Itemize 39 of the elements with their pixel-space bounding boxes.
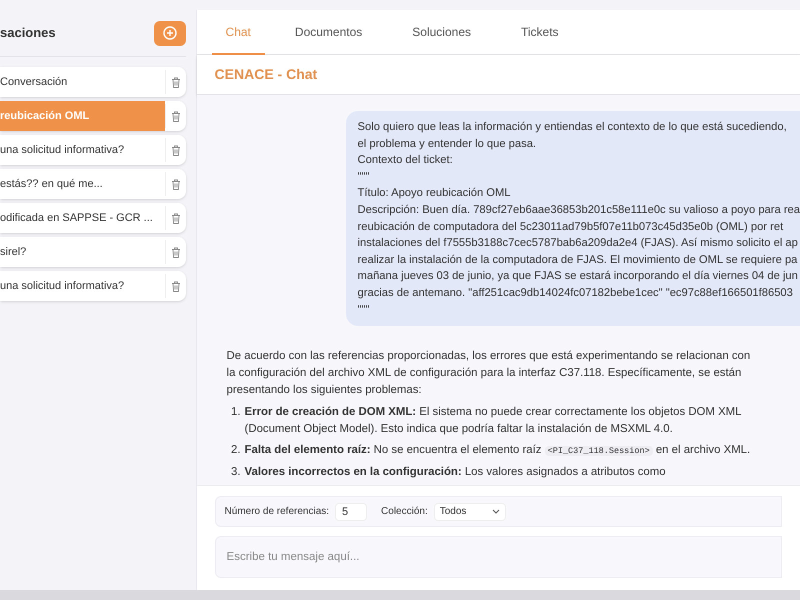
message-line: Título: Apoyo reubicación OML	[358, 186, 511, 202]
list-number: 2.	[230, 443, 241, 458]
message-line: mañana jueves 03 de junio, ya que FJAS se estará incorporando el día viernes 04 de jun	[358, 269, 798, 284]
message-line: reubicación de computadora del 5c23011ad79b5f07e11b073c45d35e0b (OML) por ret	[358, 220, 784, 235]
collection-dropdown[interactable]: Todos	[434, 502, 506, 520]
trash-icon[interactable]	[170, 76, 181, 88]
message-line: """	[358, 302, 370, 318]
message-line: el problema y entender lo que pasa.	[358, 136, 536, 152]
list-number: 3.	[230, 465, 241, 480]
tab[interactable]: Soluciones	[392, 10, 491, 55]
assistant-message-text: De acuerdo con las referencias proporcionadas, los errores que está experimentando se relacionan con la configuración del archivo XML de configuración para la interfaz C37.118. Específicamente, se están presentando los siguientes problemas:	[226, 349, 752, 398]
trash-icon[interactable]	[170, 280, 181, 292]
message-line: instalaciones del f7555b3188c7cec5787bab6a209da2e4 (FJAS). Así mismo solicito el ap	[358, 236, 798, 252]
plus-circle-icon	[162, 26, 177, 40]
trash-icon[interactable]	[170, 144, 181, 156]
message-line: Contexto del ticket:	[358, 153, 453, 168]
message-line: Descripción: Buen día. 789cf27eb6aae36853b201c58e111e0c su valioso a poyo para rea	[358, 202, 800, 218]
sidebar-title: saciones	[0, 24, 56, 42]
list-item-text: Falta del elemento raíz: No se encuentra el elemento raíz <PI_C37_118.Session> en el archivo XML.	[244, 443, 750, 458]
trash-icon[interactable]	[170, 110, 181, 122]
chat-title: CENACE - Chat	[214, 65, 318, 84]
trash-icon[interactable]	[170, 212, 181, 224]
message-line: gracias de antemano. "aff251cac9db14024fc07182bebe1cec" "ec97c88ef166501f86503	[358, 286, 793, 301]
trash-icon[interactable]	[170, 246, 181, 258]
references-label: Número de referencias:	[224, 505, 330, 519]
message-line: """	[358, 170, 370, 185]
message-line: realizar la instalación de la computadora de FJAS. El movimiento de OML se requiere pa	[358, 252, 798, 268]
message-line: Solo quiero que leas la información y entiendas el contexto de lo que está sucediendo,	[358, 120, 787, 135]
list-item-text: Error de creación de DOM XML: El sistema no puede crear correctamente los objetos DOM XML (Document Object Model). Esto indica que podría faltar la instalación de MSXML 4.0.	[244, 405, 742, 438]
message-input[interactable]: Escribe tu mensaje aquí...	[214, 536, 782, 578]
caret-icon	[492, 509, 500, 514]
tab[interactable]: Tickets	[501, 10, 579, 55]
list-item-text: Valores incorrectos en la configuración: Los valores asignados a atributos como	[244, 465, 666, 480]
list-number: 1.	[230, 405, 241, 420]
collection-label: Colección:	[381, 505, 428, 519]
new-conversation-button[interactable]	[154, 20, 186, 46]
references-input[interactable]: 5	[335, 502, 368, 520]
trash-icon[interactable]	[170, 178, 181, 190]
tab[interactable]: Documentos	[274, 10, 382, 55]
